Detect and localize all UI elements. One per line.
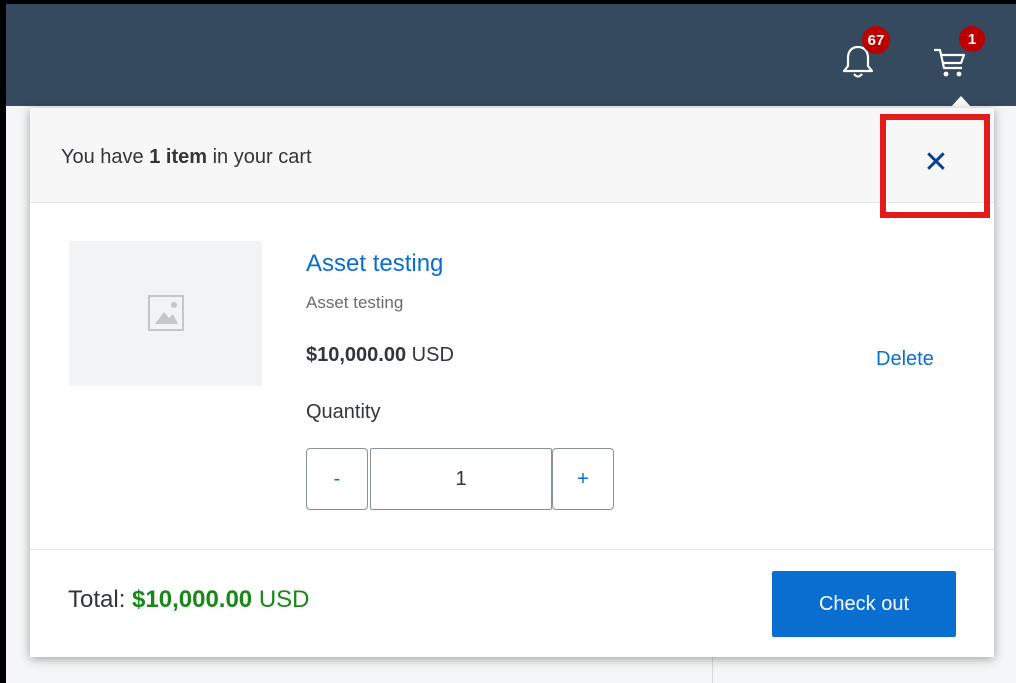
image-placeholder-icon bbox=[148, 295, 184, 331]
cart-popover-header: You have 1 item in your cart ✕ bbox=[30, 108, 994, 203]
decrement-quantity-button[interactable]: - bbox=[306, 448, 368, 510]
cart-popover-footer: Total: $10,000.00 USD Check out bbox=[30, 549, 994, 657]
popover-caret bbox=[950, 96, 972, 108]
quantity-label: Quantity bbox=[306, 401, 381, 423]
cart-popover: You have 1 item in your cart ✕ Asset tes… bbox=[30, 108, 994, 657]
cart-total: Total: $10,000.00 USD bbox=[68, 586, 310, 613]
cart-summary-text: You have 1 item in your cart bbox=[61, 146, 312, 168]
product-title-link[interactable]: Asset testing bbox=[306, 250, 443, 278]
cart-total-currency: USD bbox=[258, 586, 310, 613]
cart-item-count: 1 item bbox=[149, 146, 208, 168]
product-price: $10,000.00 USD bbox=[306, 344, 454, 366]
notifications-count-badge: 67 bbox=[862, 26, 890, 54]
close-button-highlight bbox=[880, 114, 990, 218]
delete-item-button[interactable]: Delete bbox=[876, 348, 934, 371]
product-image bbox=[69, 241, 262, 386]
cart-count-badge: 1 bbox=[959, 26, 985, 52]
cart-button[interactable]: 1 bbox=[930, 26, 985, 86]
checkout-button[interactable]: Check out bbox=[772, 571, 956, 637]
cart-total-amount: $10,000.00 bbox=[132, 586, 253, 613]
notifications-button[interactable]: 67 bbox=[840, 26, 890, 86]
quantity-input[interactable] bbox=[370, 448, 552, 510]
increment-quantity-button[interactable]: + bbox=[552, 448, 614, 510]
quantity-stepper: - + bbox=[306, 448, 614, 510]
product-subtitle: Asset testing bbox=[306, 293, 404, 312]
